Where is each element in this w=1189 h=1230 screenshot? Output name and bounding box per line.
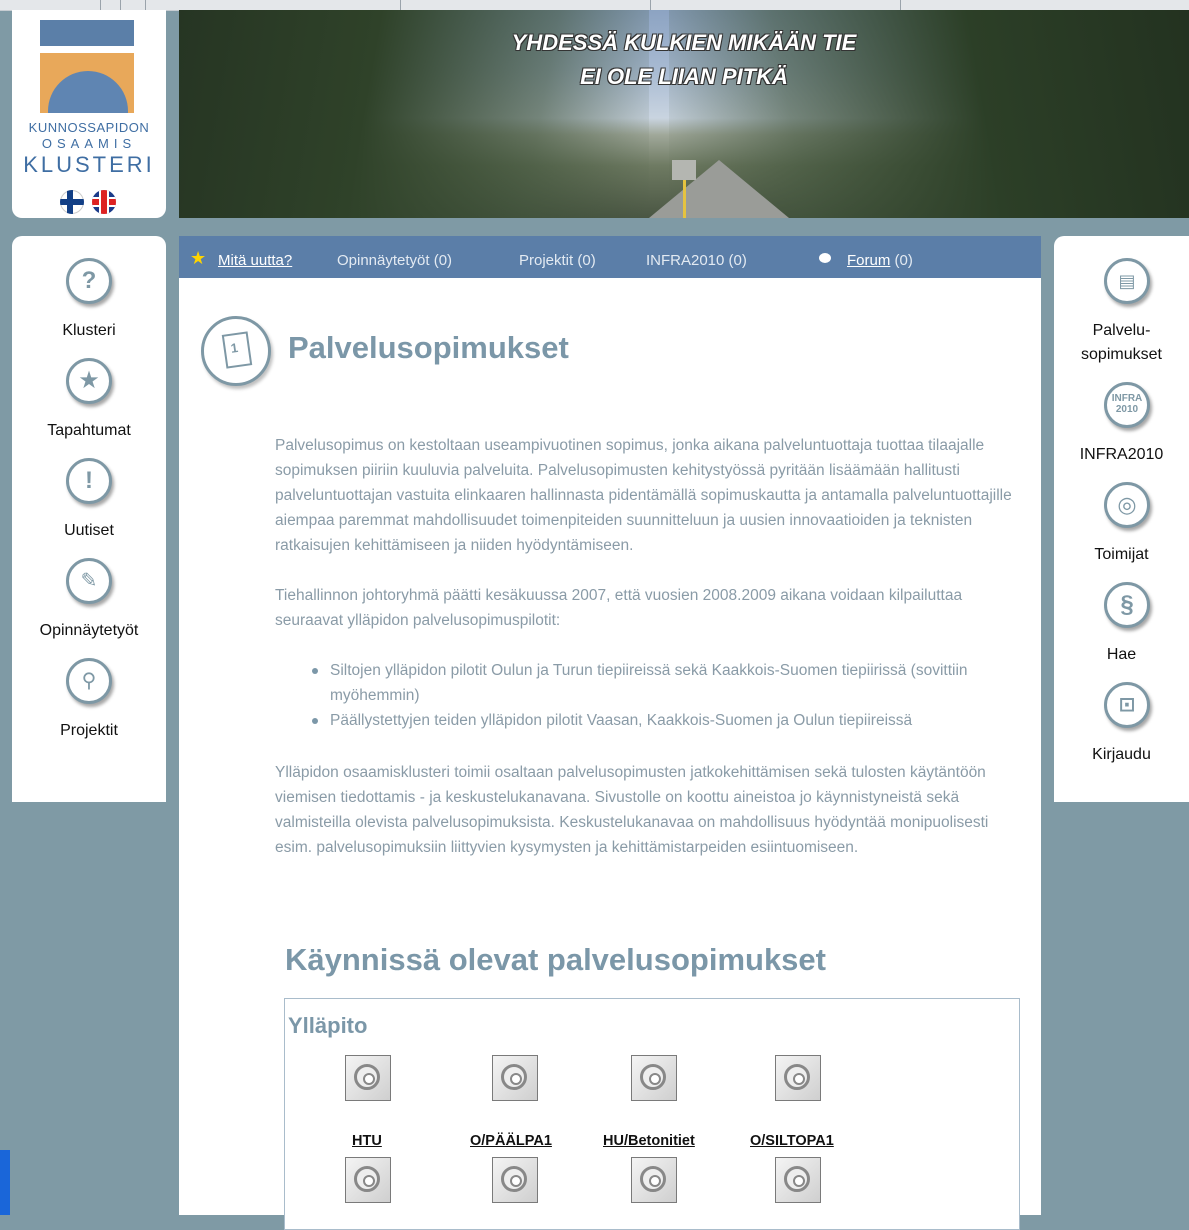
nav-item-opinnaytetyot[interactable]: Opinnäytetyöt bbox=[12, 622, 166, 640]
tab-infra2010[interactable]: INFRA2010 (0) bbox=[646, 252, 747, 269]
gear-icon[interactable] bbox=[345, 1055, 391, 1101]
english-flag-icon[interactable] bbox=[92, 190, 116, 214]
pencil-icon[interactable]: ✎ bbox=[66, 558, 112, 604]
star-icon: ★ bbox=[190, 248, 207, 268]
logo-text-line1: KUNNOSSAPIDON bbox=[28, 120, 150, 135]
gear-icon[interactable] bbox=[631, 1157, 677, 1203]
forum-count: (0) bbox=[890, 252, 913, 269]
gear-icon[interactable] bbox=[492, 1055, 538, 1101]
decision-paragraph: Tiehallinnon johtoryhmä päätti kesäkuuss… bbox=[275, 587, 963, 629]
lock-icon[interactable]: ⊡ bbox=[1104, 682, 1150, 728]
key-icon[interactable]: ⚲ bbox=[66, 658, 112, 704]
gear-icon[interactable] bbox=[775, 1055, 821, 1101]
nav-item-uutiset[interactable]: Uutiset bbox=[12, 522, 166, 540]
nav-item-projektit[interactable]: Projektit bbox=[12, 722, 166, 740]
projects-box: Ylläpito HTU O/PÄÄLPA1 HU/Betonitiet O/S… bbox=[284, 998, 1020, 1230]
nav-item-infra2010[interactable]: INFRA2010 bbox=[1054, 446, 1189, 464]
project-link-o-siltopa1[interactable]: O/SILTOPA1 bbox=[750, 1133, 834, 1149]
section-icon[interactable]: § bbox=[1104, 582, 1150, 628]
section-heading: Käynnissä olevat palvelusopimukset bbox=[285, 942, 826, 977]
road-graphic bbox=[649, 160, 789, 218]
tab-opinnaytetyot[interactable]: Opinnäytetyöt (0) bbox=[337, 252, 452, 269]
gear-icon[interactable] bbox=[775, 1157, 821, 1203]
logo-arch-graphic bbox=[40, 53, 134, 113]
list-item: Päällystettyjen teiden ylläpidon pilotit… bbox=[275, 708, 1020, 733]
left-edge-strip bbox=[0, 1150, 10, 1215]
site-logo[interactable]: KUNNOSSAPIDON OSAAMIS KLUSTERI bbox=[12, 10, 166, 218]
main-content: Palvelusopimukset Palvelusopimus on kest… bbox=[179, 278, 1041, 1230]
nav-item-palvelusopimukset-line2[interactable]: sopimukset bbox=[1054, 346, 1189, 364]
logo-text-line2: OSAAMIS bbox=[41, 136, 137, 151]
project-link-hu-betonitiet[interactable]: HU/Betonitiet bbox=[603, 1133, 695, 1149]
cluster-paragraph: Ylläpidon osaamisklusteri toimii osaltaa… bbox=[275, 764, 989, 856]
nav-item-hae[interactable]: Hae bbox=[1054, 646, 1189, 664]
banner-slogan-line2: EI OLE LIIAN PITKÄ bbox=[580, 64, 788, 89]
page-title: Palvelusopimukset bbox=[288, 330, 569, 365]
left-sidebar: ? Klusteri ★ Tapahtumat ! Uutiset ✎ Opin… bbox=[12, 236, 166, 802]
nav-item-klusteri[interactable]: Klusteri bbox=[12, 322, 166, 340]
globe-icon[interactable]: ◎ bbox=[1104, 482, 1150, 528]
forum-bubble-icon bbox=[819, 253, 831, 263]
list-item: Siltojen ylläpidon pilotit Oulun ja Turu… bbox=[275, 658, 1020, 708]
nav-item-kirjaudu[interactable]: Kirjaudu bbox=[1054, 746, 1189, 764]
tab-projektit[interactable]: Projektit (0) bbox=[519, 252, 596, 269]
top-tab-bar: ★ Mitä uutta? Opinnäytetyöt (0) Projekti… bbox=[179, 236, 1041, 278]
tab-forum[interactable]: Forum (0) bbox=[847, 252, 913, 269]
right-sidebar: ▤ Palvelu- sopimukset INFRA 2010 INFRA20… bbox=[1054, 236, 1189, 802]
pilot-list: Siltojen ylläpidon pilotit Oulun ja Turu… bbox=[275, 658, 1020, 733]
contract-icon bbox=[201, 316, 271, 386]
project-link-htu[interactable]: HTU bbox=[352, 1133, 382, 1149]
box-title: Ylläpito bbox=[288, 1013, 368, 1038]
gear-icon[interactable] bbox=[631, 1055, 677, 1101]
question-icon[interactable]: ? bbox=[66, 258, 112, 304]
nav-item-palvelusopimukset-line1[interactable]: Palvelu- bbox=[1054, 322, 1189, 340]
finnish-flag-icon[interactable] bbox=[60, 190, 84, 214]
contract-icon[interactable]: ▤ bbox=[1104, 258, 1150, 304]
gear-icon[interactable] bbox=[345, 1157, 391, 1203]
header-banner: YHDESSÄ KULKIEN MIKÄÄN TIE EI OLE LIIAN … bbox=[179, 10, 1189, 218]
logo-text-line3: KLUSTERI bbox=[23, 152, 155, 177]
nav-item-toimijat[interactable]: Toimijat bbox=[1054, 546, 1189, 564]
banner-slogan-line1: YHDESSÄ KULKIEN MIKÄÄN TIE bbox=[511, 30, 857, 55]
infra2010-icon[interactable]: INFRA 2010 bbox=[1104, 382, 1150, 428]
gear-icon[interactable] bbox=[492, 1157, 538, 1203]
tab-whats-new[interactable]: Mitä uutta? bbox=[218, 252, 292, 269]
exclamation-icon[interactable]: ! bbox=[66, 458, 112, 504]
star-icon[interactable]: ★ bbox=[66, 358, 112, 404]
project-link-o-paalpa1[interactable]: O/PÄÄLPA1 bbox=[470, 1133, 552, 1149]
logo-bar-graphic bbox=[40, 20, 134, 46]
nav-item-tapahtumat[interactable]: Tapahtumat bbox=[12, 422, 166, 440]
intro-paragraph: Palvelusopimus on kestoltaan useampivuot… bbox=[275, 437, 1012, 554]
